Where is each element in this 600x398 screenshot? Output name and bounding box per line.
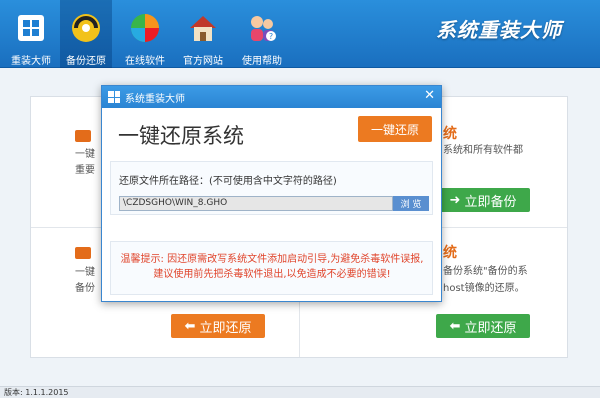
card-text: 备份系统"备份的系 <box>443 266 528 277</box>
restore-now-button[interactable]: ⬅ 立即还原 <box>171 314 265 338</box>
windows-icon <box>108 91 120 103</box>
card-text: host镜像的还原。 <box>443 283 525 294</box>
card-text: 一键 <box>75 149 95 160</box>
card-text: 重要 <box>75 165 95 176</box>
path-input[interactable]: \CZDSGHO\WIN_8.GHO <box>119 196 393 211</box>
windows-icon <box>13 10 49 46</box>
arrow-left-icon: ⬅ <box>184 318 196 334</box>
home-icon <box>185 10 221 46</box>
one-key-restore-button[interactable]: 一键还原 <box>358 116 432 142</box>
browse-button[interactable]: 浏 览 <box>393 196 429 211</box>
card-text: 系统和所有软件都 <box>443 145 523 156</box>
dialog-titlebar[interactable]: 系统重装大师 ✕ <box>102 86 441 108</box>
path-label: 还原文件所在路径：(不可使用含中文字符的路径) <box>119 176 337 187</box>
arrow-left-icon: ⬅ <box>449 318 461 334</box>
backup-now-button[interactable]: ➜ 立即备份 <box>436 188 530 212</box>
dialog-heading: 一键还原系统 <box>118 124 244 148</box>
backup-doc-icon <box>75 130 91 142</box>
svg-text:?: ? <box>269 32 273 41</box>
nav-backup-restore[interactable]: 备份还原 <box>60 0 112 68</box>
help-people-icon: ? <box>244 10 280 46</box>
restore-doc-icon <box>75 247 91 259</box>
button-label: 立即备份 <box>464 194 517 210</box>
button-label: 立即还原 <box>464 320 517 336</box>
button-label: 立即还原 <box>199 320 252 336</box>
nav-label: 官方网站 <box>183 56 223 67</box>
arrow-right-icon: ➜ <box>449 192 461 208</box>
nav-official-site[interactable]: 官方网站 <box>176 0 230 68</box>
warning-section: 温馨提示: 因还原需改写系统文件添加启动引导,为避免杀毒软件误报,建议使用前先把… <box>110 241 433 295</box>
software-pie-icon <box>127 10 163 46</box>
card-title: 统 <box>443 126 457 142</box>
nav-online-software[interactable]: 在线软件 <box>118 0 172 68</box>
card-text: 一键 <box>75 267 95 278</box>
card-title: 统 <box>443 245 457 261</box>
backup-disc-icon <box>68 10 104 46</box>
nav-label: 在线软件 <box>125 56 165 67</box>
close-icon[interactable]: ✕ <box>424 88 435 103</box>
warning-text: 温馨提示: 因还原需改写系统文件添加启动引导,为避免杀毒软件误报,建议使用前先把… <box>120 254 424 280</box>
ghost-restore-button[interactable]: ⬅ 立即还原 <box>436 314 530 338</box>
nav-label: 重装大师 <box>11 56 51 67</box>
top-toolbar: 重装大师 备份还原 在线软件 官方网站 ? 使用帮助 系统重装大师 <box>0 0 600 68</box>
nav-label: 使用帮助 <box>242 56 282 67</box>
brand-title: 系统重装大师 <box>436 18 562 42</box>
path-section: 还原文件所在路径：(不可使用含中文字符的路径) \CZDSGHO\WIN_8.G… <box>110 161 433 215</box>
dialog-title: 系统重装大师 <box>125 93 185 105</box>
status-bar: 版本: 1.1.1.2015 <box>0 386 600 398</box>
card-text: 备份 <box>75 283 95 294</box>
restore-dialog: 系统重装大师 ✕ 一键还原系统 一键还原 还原文件所在路径：(不可使用含中文字符… <box>101 85 442 302</box>
nav-label: 备份还原 <box>66 56 106 67</box>
nav-help[interactable]: ? 使用帮助 <box>234 0 290 68</box>
nav-reinstall[interactable]: 重装大师 <box>4 0 58 68</box>
